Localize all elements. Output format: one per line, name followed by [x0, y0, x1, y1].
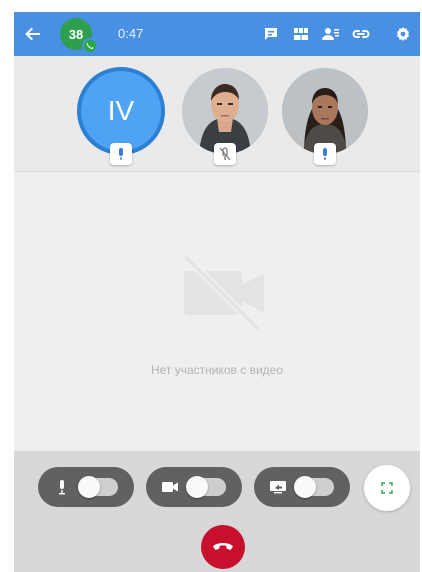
participant-tile[interactable] — [182, 68, 268, 154]
call-timer: 0:47 — [118, 26, 144, 41]
phone-hangup-icon — [213, 543, 233, 550]
fullscreen-icon — [381, 482, 393, 494]
call-controls — [14, 451, 420, 572]
participants-icon — [322, 28, 339, 40]
hang-up-button[interactable] — [201, 525, 245, 569]
chat-button[interactable] — [258, 12, 284, 56]
microphone-icon — [119, 148, 123, 160]
mic-on-badge — [314, 143, 336, 165]
screen-share-toggle-switch[interactable] — [294, 476, 334, 498]
participant-photo-avatar — [182, 68, 268, 154]
toggle-knob — [78, 476, 100, 498]
microphone-icon — [52, 478, 72, 496]
no-video-message: Нет участников с видео — [150, 363, 284, 377]
participants-button[interactable] — [318, 12, 344, 56]
participant-photo-avatar — [282, 68, 368, 154]
mic-toggle-control[interactable] — [38, 467, 134, 507]
toggle-knob — [294, 476, 316, 498]
settings-icon — [397, 27, 409, 41]
caller-avatar-badge: 38 — [60, 18, 98, 54]
camera-toggle-switch[interactable] — [186, 476, 226, 498]
screen-share-toggle-control[interactable] — [254, 467, 350, 507]
microphone-muted-icon — [219, 147, 231, 161]
fullscreen-button[interactable] — [364, 465, 410, 511]
avatar-count: 38 — [68, 26, 84, 42]
back-button[interactable] — [20, 12, 46, 56]
participants-strip: IV — [14, 56, 420, 172]
mic-toggle-switch[interactable] — [78, 476, 118, 498]
participant-initials: IV — [107, 95, 135, 126]
grid-icon — [294, 28, 308, 40]
participant-tile-active[interactable]: IV — [78, 68, 164, 154]
chat-icon — [265, 28, 277, 40]
invite-link-button[interactable] — [348, 12, 374, 56]
back-arrow-icon — [25, 27, 40, 41]
camera-off-icon — [183, 254, 264, 332]
video-area: Нет участников с видео — [14, 173, 420, 451]
participant-tile[interactable] — [282, 68, 368, 154]
call-window: 38 0:47 IV Нет участников с видео — [14, 12, 420, 572]
mic-on-badge — [110, 143, 132, 165]
toggle-knob — [186, 476, 208, 498]
video-camera-icon — [160, 478, 180, 496]
screen-share-icon — [268, 478, 288, 496]
grid-view-button[interactable] — [288, 12, 314, 56]
phone-icon — [82, 38, 98, 54]
settings-button[interactable] — [390, 12, 416, 56]
call-header: 38 0:47 — [14, 12, 420, 56]
mic-muted-badge — [214, 143, 236, 165]
microphone-icon — [323, 148, 327, 160]
camera-toggle-control[interactable] — [146, 467, 242, 507]
link-icon — [352, 30, 370, 38]
